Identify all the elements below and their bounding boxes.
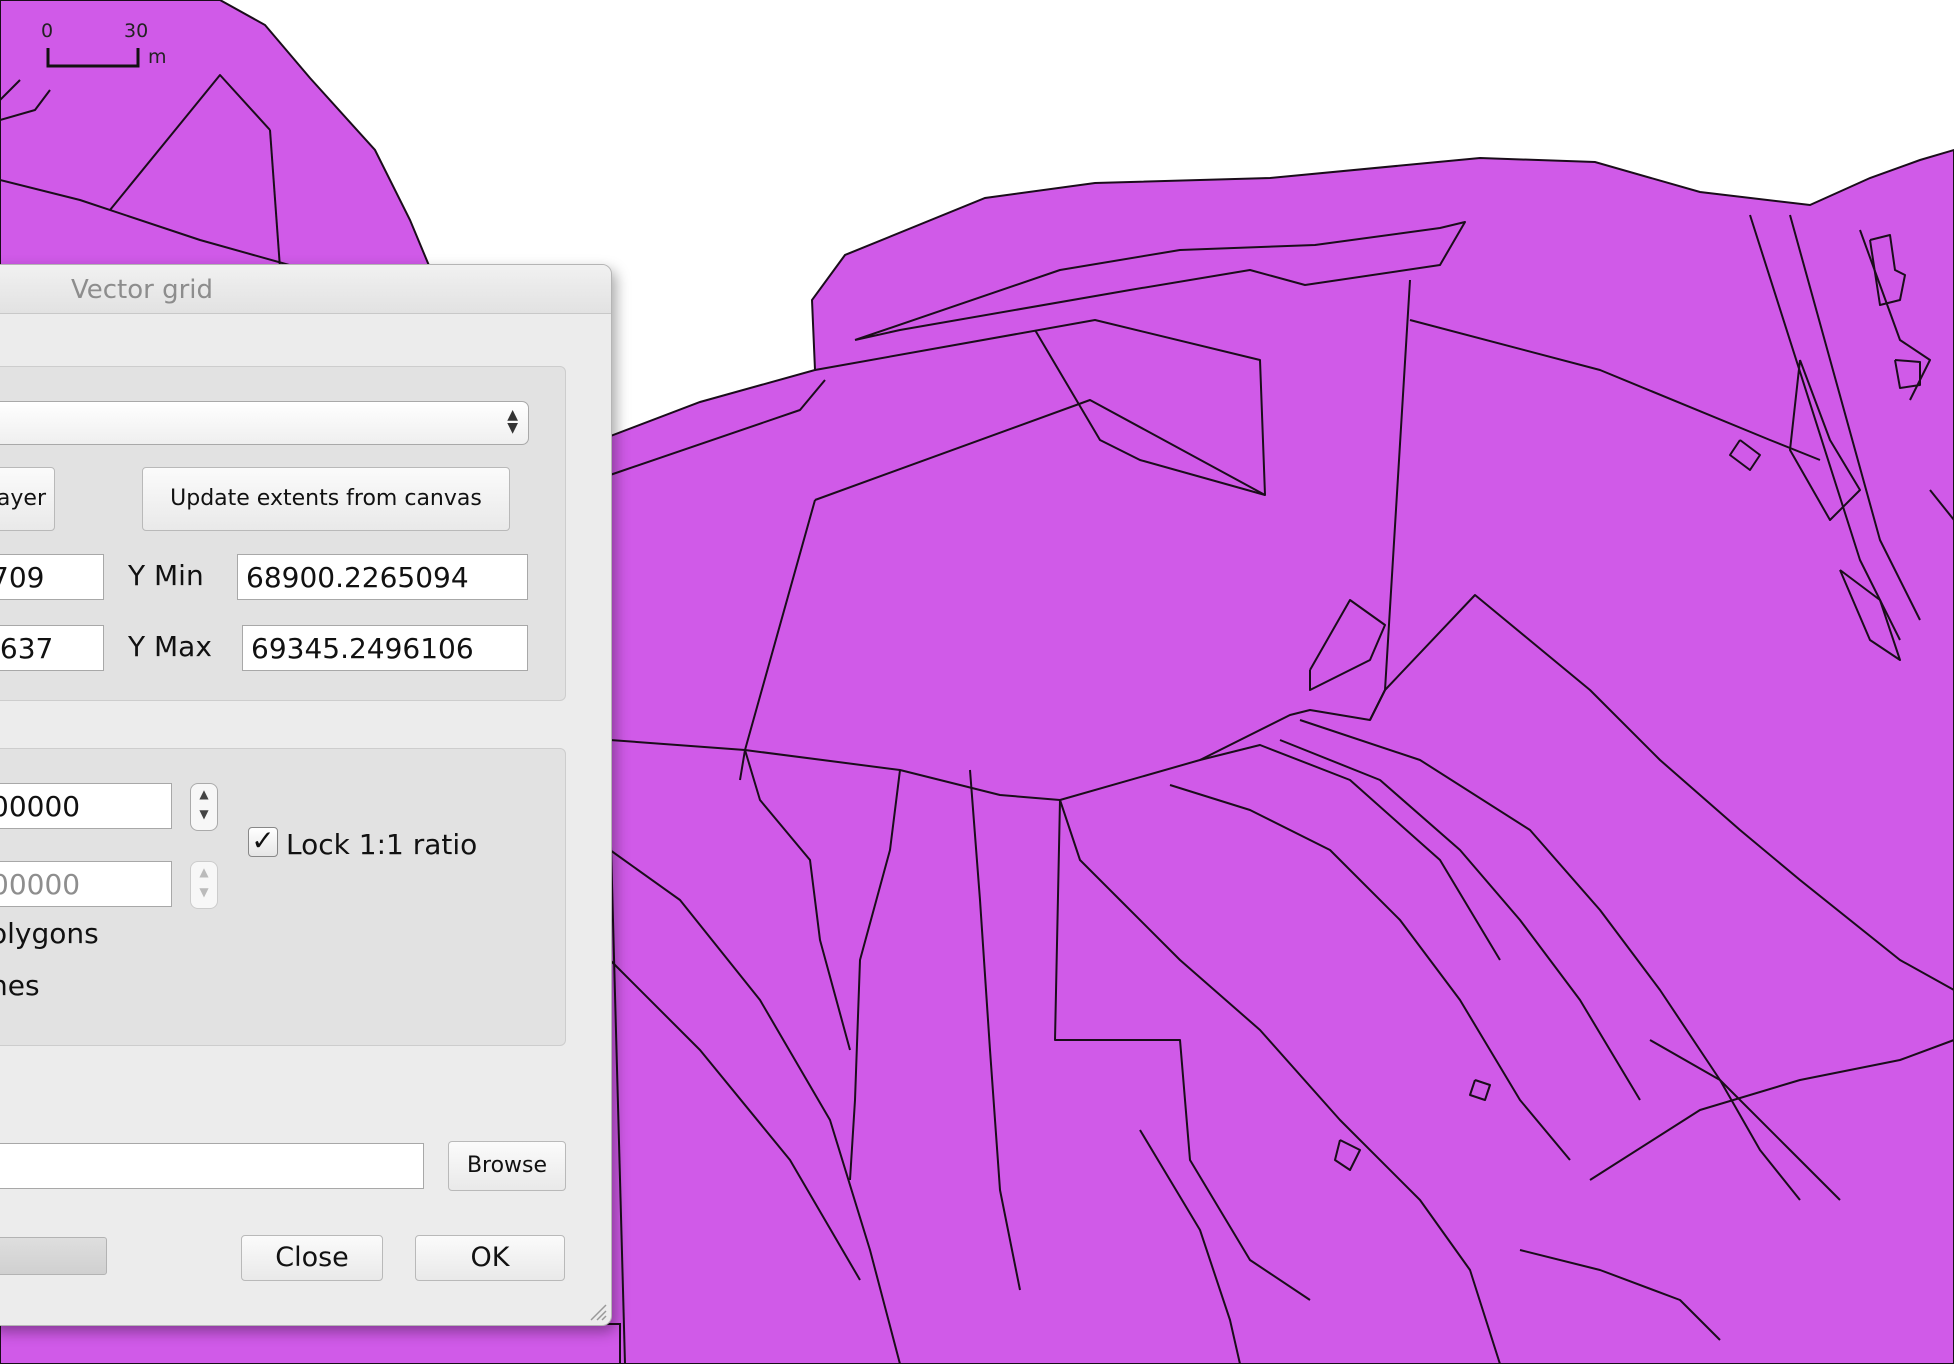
close-button[interactable]: Close <box>241 1235 383 1281</box>
scale-bar-start-label: 0 <box>41 20 54 42</box>
ok-button[interactable]: OK <box>415 1235 565 1281</box>
x-spacing-field[interactable]: 00000 <box>0 783 172 829</box>
output-file-field[interactable] <box>0 1143 424 1189</box>
dialog-titlebar[interactable]: Vector grid <box>0 265 611 314</box>
update-extents-from-canvas-button[interactable]: Update extents from canvas <box>142 467 510 531</box>
scale-bar-end-label: 30 <box>124 20 149 42</box>
select-arrows-icon: ▲ ▼ <box>507 407 518 436</box>
y-min-field[interactable]: 68900.2265094 <box>237 554 528 600</box>
scale-bar: 0 30 m <box>38 20 188 80</box>
input-layer-select[interactable]: ▲ ▼ <box>0 401 529 445</box>
scale-bar-unit-label: m <box>148 46 167 68</box>
resize-grip-icon[interactable] <box>589 1303 607 1321</box>
x-spacing-stepper[interactable]: ▲ ▼ <box>190 783 218 831</box>
output-lines-option[interactable]: nes <box>0 969 40 1002</box>
lock-ratio-label[interactable]: Lock 1:1 ratio <box>286 828 477 861</box>
y-spacing-stepper: ▲ ▼ <box>190 861 218 909</box>
parameters-group: 00000 ▲▼ 00000 ▲▼ ✓ Lock 1:1 ratio olygo… <box>0 748 566 1046</box>
output-polygons-option[interactable]: olygons <box>0 917 99 950</box>
y-spacing-field: 00000 <box>0 861 172 907</box>
progress-bar <box>0 1237 107 1275</box>
update-extents-from-layer-button[interactable]: ayer <box>0 467 55 531</box>
lock-ratio-checkbox[interactable]: ✓ <box>248 827 278 857</box>
vector-grid-dialog: Vector grid ▲ ▼ ayer Update extents from … <box>0 264 612 1326</box>
x-min-field[interactable]: 709 <box>0 554 104 600</box>
y-min-label: Y Min <box>128 559 204 592</box>
y-max-field[interactable]: 69345.2496106 <box>242 625 528 671</box>
parcel-area-bottomleft <box>0 1323 621 1364</box>
x-max-field[interactable]: .637 <box>0 625 104 671</box>
dialog-title: Vector grid <box>71 275 214 305</box>
grid-extent-group: ▲▼ ayer Update extents from canvas 709 Y… <box>0 366 566 701</box>
browse-button[interactable]: Browse <box>448 1141 566 1191</box>
y-max-label: Y Max <box>128 630 212 663</box>
